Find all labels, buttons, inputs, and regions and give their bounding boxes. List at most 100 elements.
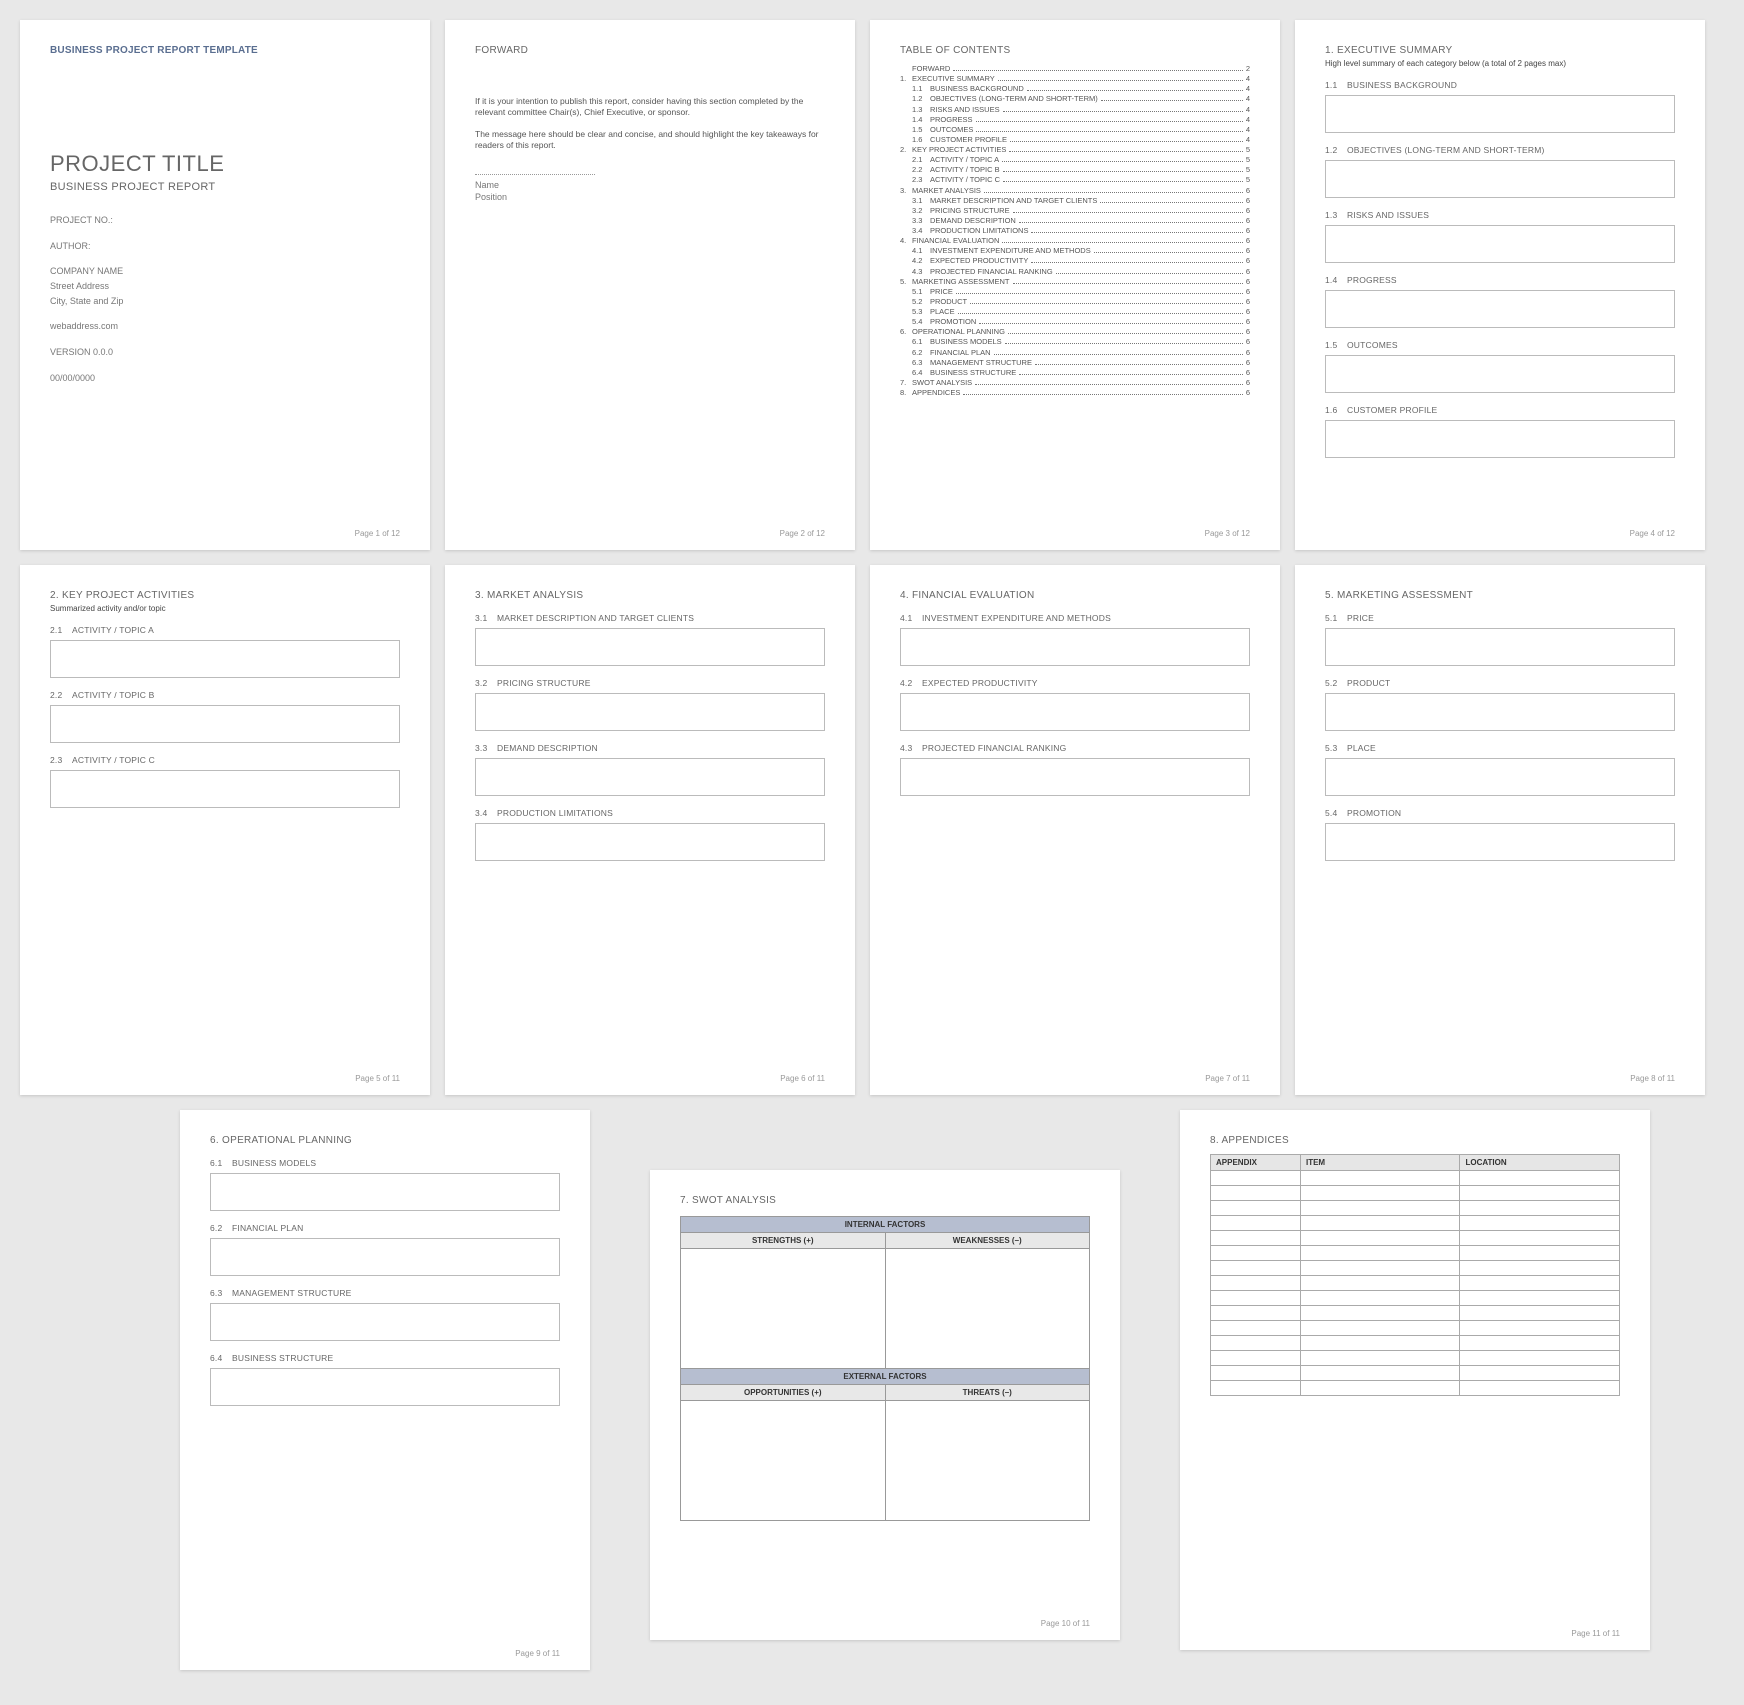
toc-entry-number: 1.2 <box>912 94 930 104</box>
subsection-heading: 3.4PRODUCTION LIMITATIONS <box>475 808 825 818</box>
appendix-cell <box>1300 1231 1460 1246</box>
subsection-label: DEMAND DESCRIPTION <box>497 743 598 753</box>
toc-entry: 1.5OUTCOMES4 <box>900 125 1250 135</box>
subsection-heading: 3.1MARKET DESCRIPTION AND TARGET CLIENTS <box>475 613 825 623</box>
subsection-input-box <box>1325 355 1675 393</box>
toc-entry-page: 4 <box>1246 94 1250 104</box>
subsection-input-box <box>1325 290 1675 328</box>
appendix-row <box>1211 1351 1620 1366</box>
swot-weaknesses-cell <box>885 1249 1090 1369</box>
subsection: 5.4PROMOTION <box>1325 808 1675 861</box>
toc-entry-page: 2 <box>1246 64 1250 74</box>
toc-entry-label: ACTIVITY / TOPIC C <box>930 175 1000 185</box>
appendix-cell <box>1211 1231 1301 1246</box>
subsection-heading: 2.1ACTIVITY / TOPIC A <box>50 625 400 635</box>
toc-entry-page: 6 <box>1246 358 1250 368</box>
toc-entry-number: 2.3 <box>912 175 930 185</box>
toc-entry-number: 7. <box>900 378 912 388</box>
subsection-number: 2.1 <box>50 625 72 635</box>
page-footer: Page 3 of 12 <box>1205 529 1250 538</box>
appendix-cell <box>1460 1291 1620 1306</box>
toc-entry-label: PRICING STRUCTURE <box>930 206 1010 216</box>
subsection-label: ACTIVITY / TOPIC C <box>72 755 155 765</box>
section-note: High level summary of each category belo… <box>1325 59 1675 68</box>
toc-entry-page: 6 <box>1246 216 1250 226</box>
page-8-marketing-assessment: 5. MARKETING ASSESSMENT5.1PRICE5.2PRODUC… <box>1295 565 1705 1095</box>
subsection: 1.1BUSINESS BACKGROUND <box>1325 80 1675 133</box>
toc-entry: 4.2EXPECTED PRODUCTIVITY6 <box>900 256 1250 266</box>
subsection: 1.2OBJECTIVES (LONG-TERM AND SHORT-TERM) <box>1325 145 1675 198</box>
toc-entry-label: PRICE <box>930 287 953 297</box>
subsection-input-box <box>1325 95 1675 133</box>
toc-entry: FORWARD2 <box>900 64 1250 74</box>
section-heading: 3. MARKET ANALYSIS <box>475 590 825 601</box>
subsection-label: INVESTMENT EXPENDITURE AND METHODS <box>922 613 1111 623</box>
appendix-row <box>1211 1336 1620 1351</box>
appendix-cell <box>1211 1246 1301 1261</box>
appendix-cell <box>1300 1321 1460 1336</box>
toc-dots <box>976 121 1243 122</box>
toc-entry: 4.FINANCIAL EVALUATION6 <box>900 236 1250 246</box>
subsection: 6.2FINANCIAL PLAN <box>210 1223 560 1276</box>
city-state-zip: City, State and Zip <box>50 296 400 308</box>
toc-entry-number: 8. <box>900 388 912 398</box>
appendix-row <box>1211 1231 1620 1246</box>
page-footer: Page 6 of 11 <box>780 1074 825 1083</box>
toc-entry: 3.4PRODUCTION LIMITATIONS6 <box>900 226 1250 236</box>
toc-entry-label: MANAGEMENT STRUCTURE <box>930 358 1032 368</box>
appendices-heading: 8. APPENDICES <box>1210 1135 1620 1146</box>
subsection-label: ACTIVITY / TOPIC A <box>72 625 154 635</box>
subsection-number: 3.3 <box>475 743 497 753</box>
author-label: AUTHOR: <box>50 241 400 253</box>
subsection: 3.1MARKET DESCRIPTION AND TARGET CLIENTS <box>475 613 825 666</box>
subsection: 1.3RISKS AND ISSUES <box>1325 210 1675 263</box>
subsection-label: OUTCOMES <box>1347 340 1398 350</box>
subsection-input-box <box>1325 823 1675 861</box>
toc-entry-label: PROJECTED FINANCIAL RANKING <box>930 267 1053 277</box>
toc-entry-number: 3.3 <box>912 216 930 226</box>
page-footer: Page 8 of 11 <box>1630 1074 1675 1083</box>
subsection-number: 5.4 <box>1325 808 1347 818</box>
subsection-input-box <box>475 628 825 666</box>
toc-dots <box>1019 374 1243 375</box>
toc-dots <box>1019 222 1243 223</box>
subsection-input-box <box>1325 758 1675 796</box>
appendix-cell <box>1211 1291 1301 1306</box>
subsection-label: EXPECTED PRODUCTIVITY <box>922 678 1038 688</box>
appendix-cell <box>1300 1186 1460 1201</box>
subsection-heading: 6.3MANAGEMENT STRUCTURE <box>210 1288 560 1298</box>
toc-dots <box>1101 100 1243 101</box>
toc-entry-number: 5.4 <box>912 317 930 327</box>
toc-entry-label: ACTIVITY / TOPIC B <box>930 165 1000 175</box>
appendix-row <box>1211 1171 1620 1186</box>
appendix-cell <box>1300 1261 1460 1276</box>
swot-table: INTERNAL FACTORS STRENGTHS (+) WEAKNESSE… <box>680 1216 1090 1521</box>
subsection-number: 4.3 <box>900 743 922 753</box>
forward-paragraph-1: If it is your intention to publish this … <box>475 96 825 119</box>
swot-opportunities-header: OPPORTUNITIES (+) <box>681 1385 886 1401</box>
subsection-input-box <box>1325 693 1675 731</box>
toc-entry-number: 3.2 <box>912 206 930 216</box>
appendix-cell <box>1460 1321 1620 1336</box>
subsection-heading: 2.3ACTIVITY / TOPIC C <box>50 755 400 765</box>
appendix-cell <box>1300 1246 1460 1261</box>
swot-weaknesses-header: WEAKNESSES (–) <box>885 1233 1090 1249</box>
toc-entry: 6.1BUSINESS MODELS6 <box>900 337 1250 347</box>
appendix-cell <box>1211 1306 1301 1321</box>
subsection-input-box <box>210 1238 560 1276</box>
toc-entry-page: 5 <box>1246 155 1250 165</box>
toc-entry: 3.3DEMAND DESCRIPTION6 <box>900 216 1250 226</box>
toc-entry: 8.APPENDICES6 <box>900 388 1250 398</box>
forward-paragraph-2: The message here should be clear and con… <box>475 129 825 152</box>
toc-dots <box>976 131 1242 132</box>
toc-dots <box>994 354 1243 355</box>
subsection-heading: 1.3RISKS AND ISSUES <box>1325 210 1675 220</box>
page-footer: Page 2 of 12 <box>780 529 825 538</box>
signature-line <box>475 174 595 175</box>
appendix-cell <box>1211 1276 1301 1291</box>
appendices-table: APPENDIX ITEM LOCATION <box>1210 1154 1620 1396</box>
toc-entry: 1.4PROGRESS4 <box>900 115 1250 125</box>
section-heading: 2. KEY PROJECT ACTIVITIES <box>50 590 400 601</box>
appendix-cell <box>1460 1231 1620 1246</box>
page-footer: Page 7 of 11 <box>1205 1074 1250 1083</box>
